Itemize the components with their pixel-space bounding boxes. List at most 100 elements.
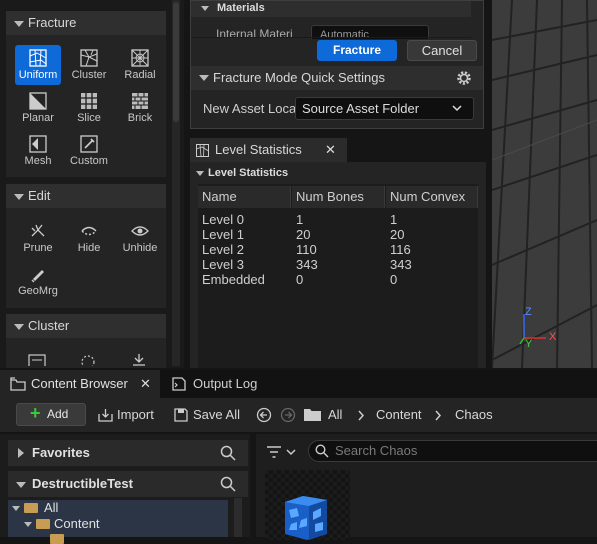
search-icon[interactable]: [220, 445, 236, 461]
import-button[interactable]: Import: [98, 404, 154, 426]
level-statistics-panel: Level Statistics Name Num Bones Num Conv…: [190, 162, 486, 368]
row2-name: Level 2: [202, 242, 244, 257]
output-log-tab-label: Output Log: [193, 376, 258, 391]
edit-section-header[interactable]: Edit: [6, 184, 166, 208]
column-header-num-convex[interactable]: Num Convex: [386, 186, 478, 208]
row1-convex: 20: [390, 227, 405, 242]
new-asset-location-dropdown[interactable]: Source Asset Folder: [295, 97, 474, 120]
back-arrow-icon[interactable]: [256, 407, 272, 423]
tree-item-content-label: Content: [54, 516, 100, 531]
level-statistics-table: Name Num Bones Num Convex Level 0 1 1 Le…: [198, 184, 478, 368]
flatten-tool-icon[interactable]: [130, 354, 148, 366]
mesh-tool-button[interactable]: Mesh: [15, 131, 61, 171]
sources-panel: Favorites DestructibleTest All Content: [0, 434, 250, 544]
uncluster-tool-icon[interactable]: [79, 354, 97, 366]
row3-name: Level 3: [202, 257, 244, 272]
axis-y-label: Y: [525, 338, 533, 350]
folder-icon: [304, 409, 321, 421]
gear-icon[interactable]: [455, 69, 473, 87]
save-all-button[interactable]: Save All: [174, 404, 240, 426]
column-header-num-bones[interactable]: Num Bones: [292, 186, 385, 208]
edit-tools-grid: Prune Hide Unhide GeoMrg: [6, 208, 166, 308]
row1-name: Level 1: [202, 227, 244, 242]
chevron-right-icon: [358, 410, 365, 421]
custom-tool-label: Custom: [70, 155, 108, 167]
row3-convex: 343: [390, 257, 412, 272]
level-statistics-section-header[interactable]: Level Statistics: [190, 165, 486, 181]
fracture-mode-icon: [196, 144, 209, 157]
brick-tool-button[interactable]: Brick: [117, 88, 163, 128]
asset-tile[interactable]: [265, 470, 350, 540]
prune-tool-label: Prune: [23, 242, 53, 254]
search-icon: [315, 444, 329, 458]
axis-x-label: X: [549, 331, 557, 343]
level-viewport[interactable]: Z X Y: [492, 0, 597, 368]
fracture-button[interactable]: Fracture: [317, 40, 397, 61]
chevron-right-icon: [435, 410, 442, 421]
custom-tool-button[interactable]: Custom: [66, 131, 112, 171]
slice-tool-button[interactable]: Slice: [66, 88, 112, 128]
unhide-icon: [131, 226, 149, 236]
tree-item-all[interactable]: All: [12, 500, 58, 516]
fracture-section-header[interactable]: Fracture: [6, 11, 166, 35]
level-statistics-section-label: Level Statistics: [208, 167, 289, 179]
level-statistics-tab[interactable]: Level Statistics ✕: [190, 138, 347, 162]
prune-tool-button[interactable]: Prune: [15, 218, 61, 258]
row0-name: Level 0: [202, 212, 244, 227]
radial-tool-label: Radial: [124, 69, 156, 81]
row0-convex: 1: [390, 212, 398, 227]
search-icon[interactable]: [220, 476, 236, 492]
hide-tool-button[interactable]: Hide: [66, 218, 112, 258]
new-asset-location-label: New Asset Loca: [203, 101, 295, 116]
materials-header-label: Materials: [217, 2, 265, 14]
content-browser-tab[interactable]: Content Browser ✕: [0, 370, 160, 398]
palette-scrollbar[interactable]: [172, 0, 180, 366]
radial-tool-button[interactable]: Radial: [117, 45, 163, 85]
content-browser-toolbar: + Add Import Save All All Content Chaos: [0, 398, 597, 432]
unhide-tool-button[interactable]: Unhide: [117, 218, 163, 258]
column-header-name[interactable]: Name: [198, 186, 291, 208]
filter-button[interactable]: [264, 442, 300, 462]
cluster-tool-icon[interactable]: [28, 354, 46, 366]
collapse-arrow-icon: [199, 75, 209, 81]
fracture-settings-panel: Materials Internal Materi Automatic Frac…: [190, 0, 484, 129]
tree-scrollbar[interactable]: [234, 498, 242, 537]
forward-arrow-icon[interactable]: [280, 407, 296, 423]
breadcrumb-all[interactable]: All: [328, 404, 342, 426]
planar-tool-button[interactable]: Planar: [15, 88, 61, 128]
tree-item-all-label: All: [44, 500, 59, 515]
unhide-tool-label: Unhide: [122, 242, 158, 254]
breadcrumb-content[interactable]: Content: [376, 404, 422, 426]
tree-item-content[interactable]: Content: [24, 516, 100, 532]
hide-tool-label: Hide: [77, 242, 101, 254]
planar-icon: [29, 92, 47, 110]
close-icon[interactable]: ✕: [325, 138, 336, 162]
cluster-section-header[interactable]: Cluster: [6, 314, 166, 338]
geo-merge-icon: [31, 270, 44, 283]
prune-icon: [31, 224, 45, 237]
cluster-header-label: Cluster: [28, 318, 70, 333]
radial-icon: [131, 49, 149, 67]
search-input[interactable]: Search Chaos: [308, 440, 597, 462]
close-icon[interactable]: ✕: [140, 370, 151, 398]
output-log-tab[interactable]: Output Log: [166, 370, 276, 398]
materials-section-header[interactable]: Materials: [191, 1, 471, 17]
hide-icon: [81, 226, 97, 236]
fracture-tools-grid: Uniform Cluster Radial Planar Slice Bric…: [6, 35, 166, 177]
mesh-tool-label: Mesh: [24, 155, 52, 167]
row0-bones: 1: [296, 212, 304, 227]
collapse-arrow-icon: [14, 194, 24, 200]
cancel-button[interactable]: Cancel: [407, 40, 477, 61]
breadcrumb-chaos[interactable]: Chaos: [455, 404, 493, 426]
favorites-header[interactable]: Favorites: [8, 440, 248, 466]
axis-z-label: Z: [525, 306, 532, 318]
add-button[interactable]: + Add: [16, 403, 86, 426]
quick-settings-header[interactable]: Fracture Mode Quick Settings: [191, 66, 483, 90]
cluster-tool-button[interactable]: Cluster: [66, 45, 112, 85]
brick-icon: [132, 93, 148, 109]
project-header[interactable]: DestructibleTest: [8, 471, 248, 497]
uniform-tool-button[interactable]: Uniform: [15, 45, 61, 85]
geomerge-tool-button[interactable]: GeoMrg: [15, 261, 61, 301]
axis-gizmo-icon: [519, 314, 546, 345]
folder-icon: [24, 503, 38, 513]
